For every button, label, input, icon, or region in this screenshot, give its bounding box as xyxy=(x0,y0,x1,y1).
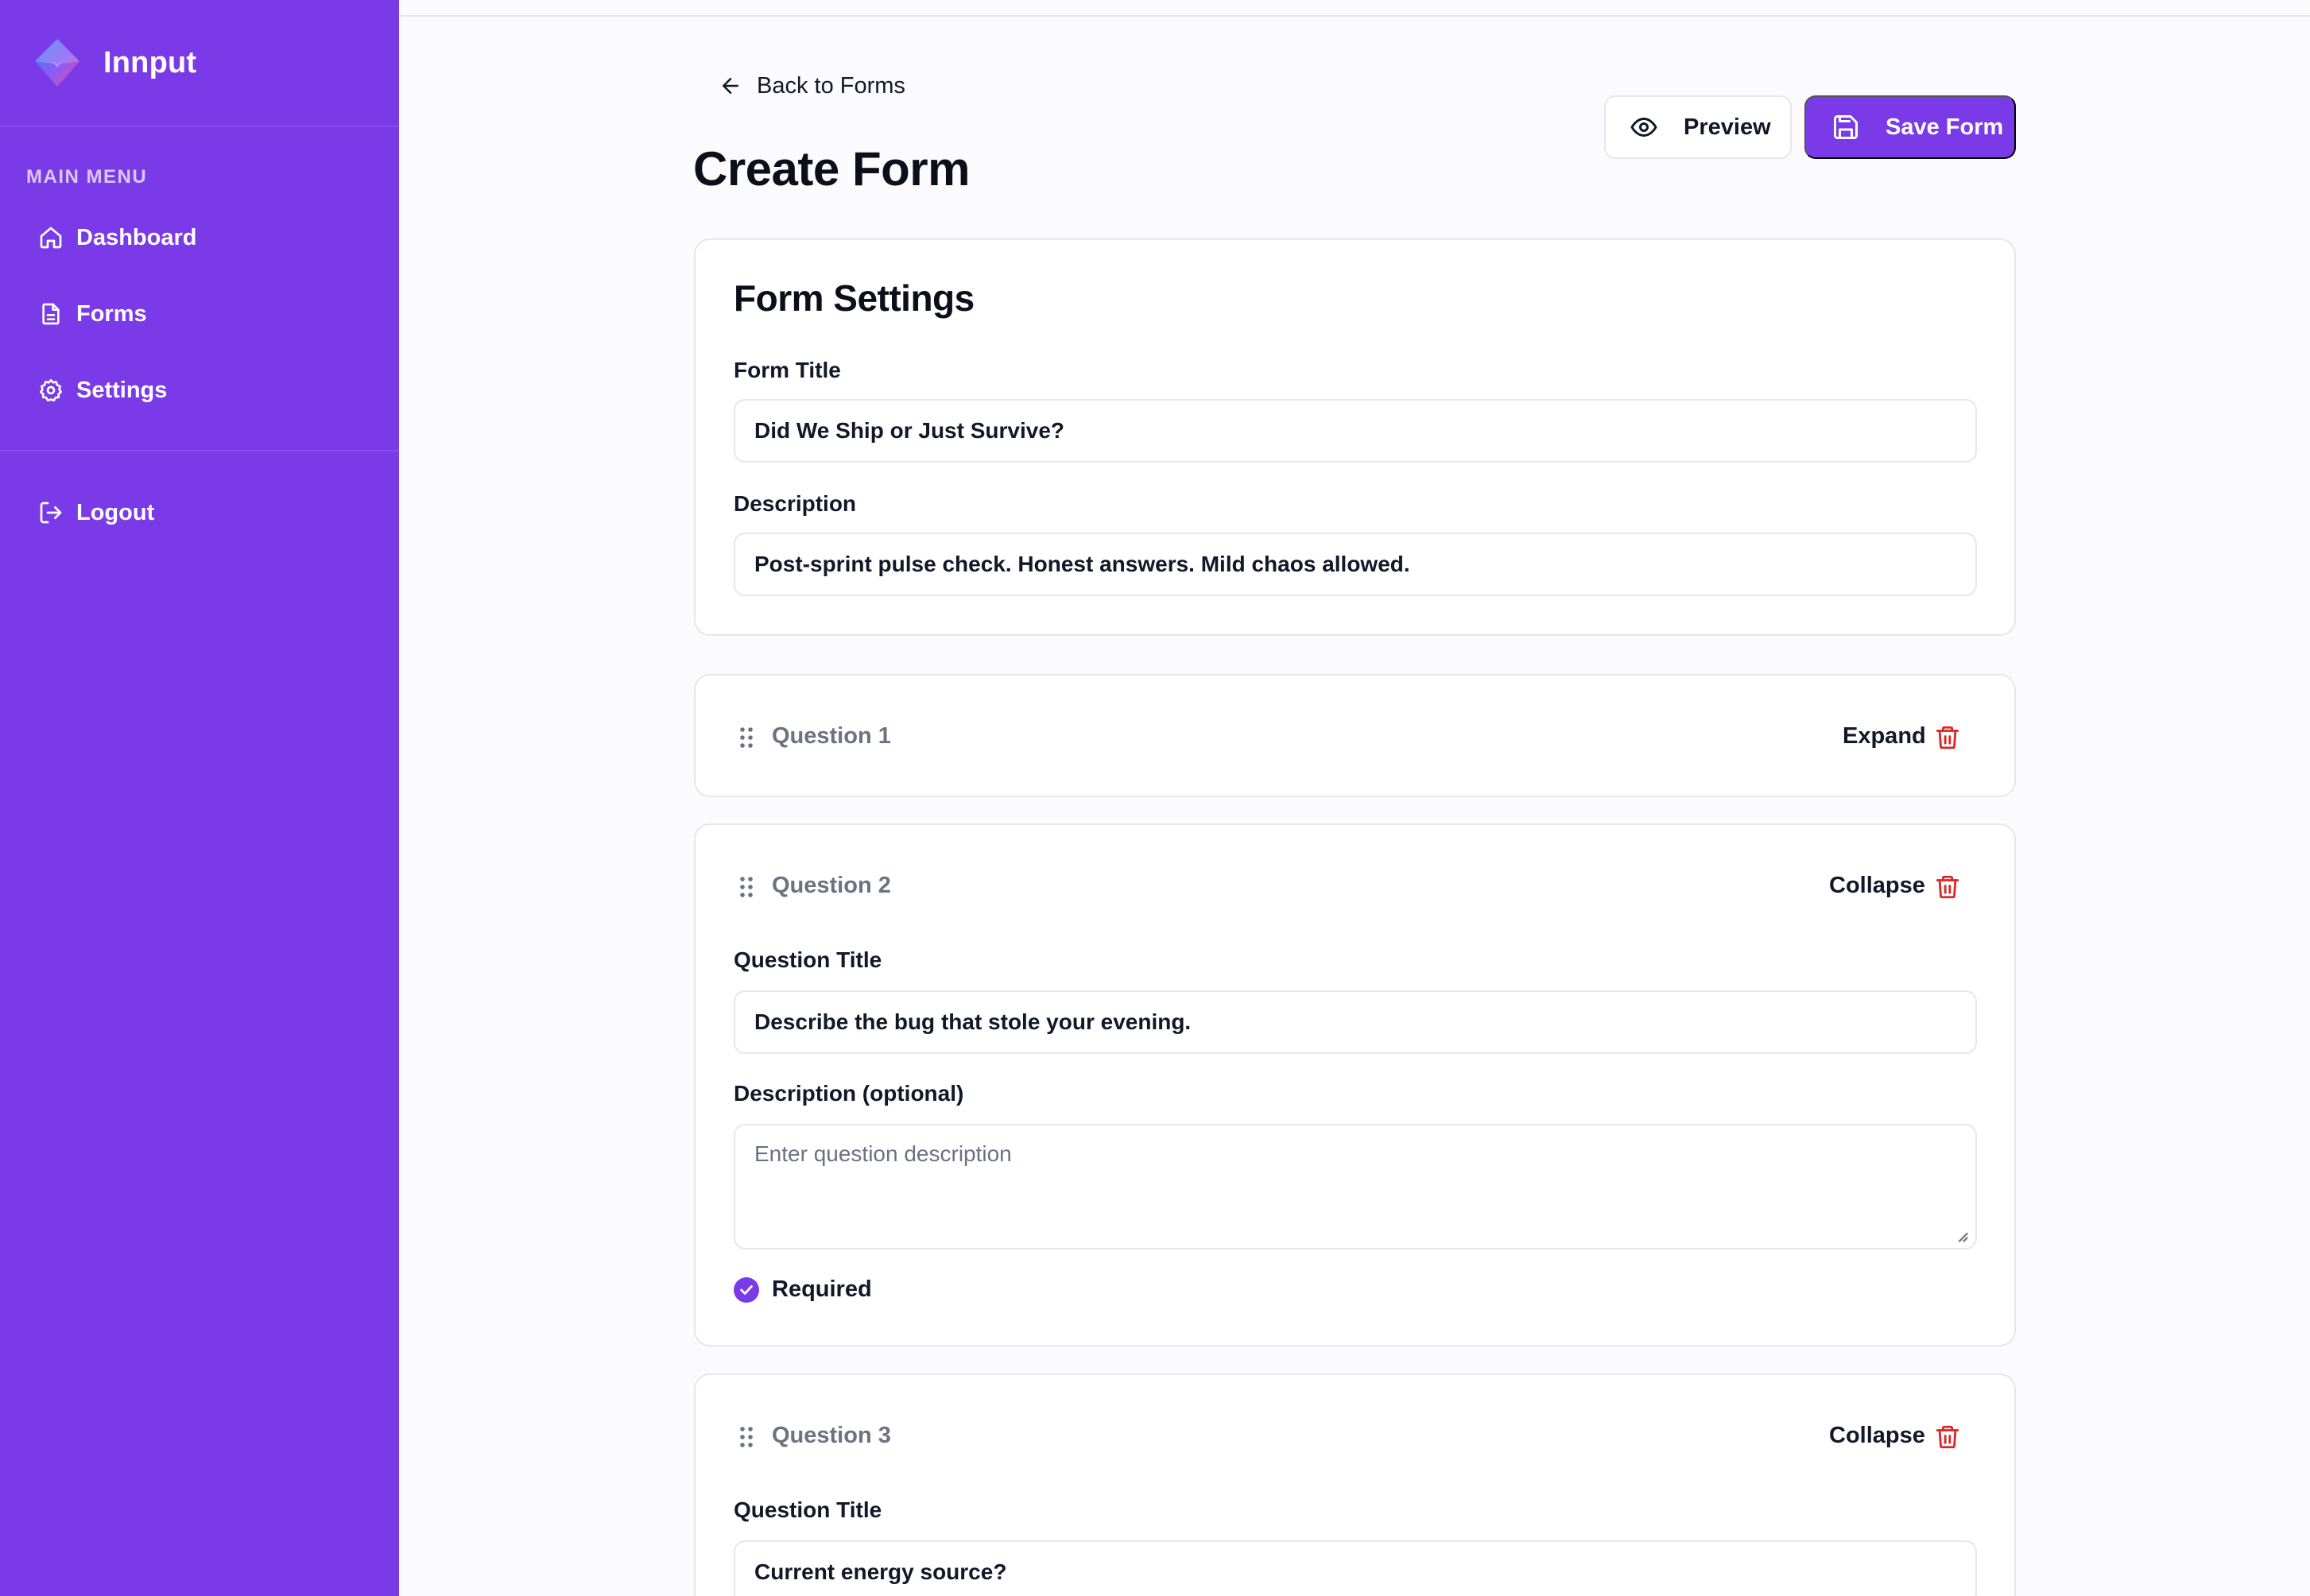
form-settings-card: Form Settings Form Title Did We Ship or … xyxy=(694,238,2016,636)
drag-handle-icon[interactable] xyxy=(738,1426,754,1448)
logout-button[interactable]: Logout xyxy=(38,493,154,533)
collapse-button[interactable]: Collapse xyxy=(1829,1423,1925,1449)
back-to-forms-link[interactable]: Back to Forms xyxy=(719,70,905,102)
form-description-input[interactable]: Post-sprint pulse check. Honest answers.… xyxy=(734,533,1977,596)
question-title-label: Question Title xyxy=(734,947,882,972)
arrow-left-icon xyxy=(723,78,738,94)
question-card: Question 3 Collapse Question Title Curre… xyxy=(694,1373,2016,1596)
form-description-label: Description xyxy=(734,491,857,516)
top-divider xyxy=(399,15,2310,17)
sidebar: Innput MAIN MENU Dashboard Forms Setting… xyxy=(0,0,399,1596)
sidebar-divider xyxy=(0,126,399,127)
logout-label: Logout xyxy=(76,499,155,525)
required-checkbox[interactable]: Required xyxy=(734,1276,872,1303)
question-name: Question 2 xyxy=(772,873,891,898)
question-name: Question 3 xyxy=(772,1423,891,1448)
collapse-button[interactable]: Collapse xyxy=(1829,873,1925,899)
home-icon xyxy=(40,227,62,249)
question-name: Question 1 xyxy=(772,723,891,749)
brand-name: Innput xyxy=(103,45,197,79)
question-description-placeholder: Enter question description xyxy=(754,1141,1012,1166)
check-icon xyxy=(734,1276,759,1303)
question-header: Question 3 Collapse xyxy=(734,1375,1977,1498)
sidebar-item-label: Settings xyxy=(76,377,168,403)
brand-logo-icon xyxy=(35,39,79,87)
form-title-input[interactable]: Did We Ship or Just Survive? xyxy=(734,399,1977,463)
question-header: Question 1 Expand xyxy=(734,676,1977,799)
eye-icon xyxy=(1630,118,1657,137)
trash-icon[interactable] xyxy=(1934,873,1961,901)
resize-grip-icon[interactable] xyxy=(1955,1229,1969,1243)
question-header: Question 2 Collapse xyxy=(734,825,1977,948)
drag-handle-icon[interactable] xyxy=(738,876,754,898)
save-form-label: Save Form xyxy=(1886,114,2004,140)
form-title-label: Form Title xyxy=(734,358,841,382)
question-description-label: Description (optional) xyxy=(734,1081,964,1106)
preview-button[interactable]: Preview xyxy=(1604,95,1792,159)
sidebar-item-label: Forms xyxy=(76,300,147,327)
document-icon xyxy=(42,303,60,325)
drag-handle-icon[interactable] xyxy=(738,726,754,749)
logout-icon xyxy=(40,502,62,524)
sidebar-item-label: Dashboard xyxy=(76,224,197,250)
required-label: Required xyxy=(772,1276,872,1302)
menu-section-label: MAIN MENU xyxy=(26,166,148,188)
app-root: Innput MAIN MENU Dashboard Forms Setting… xyxy=(0,0,2310,1596)
question-title-input[interactable]: Describe the bug that stole your evening… xyxy=(734,990,1977,1054)
question-title-label: Question Title xyxy=(734,1497,882,1522)
preview-label: Preview xyxy=(1684,114,1771,140)
question-card: Question 1 Expand xyxy=(694,674,2016,797)
page-title: Create Form xyxy=(693,142,970,196)
sidebar-item-settings[interactable]: Settings xyxy=(38,370,167,410)
question-card: Question 2 Collapse Question Title Descr… xyxy=(694,823,2016,1346)
save-form-button[interactable]: Save Form xyxy=(1804,95,2016,159)
expand-button[interactable]: Expand xyxy=(1843,723,1926,750)
back-link-label: Back to Forms xyxy=(757,72,905,99)
trash-icon[interactable] xyxy=(1934,723,1961,752)
trash-icon[interactable] xyxy=(1934,1423,1961,1451)
sidebar-divider xyxy=(0,450,399,451)
question-description-textarea[interactable]: Enter question description xyxy=(734,1124,1977,1249)
save-icon xyxy=(1834,115,1858,139)
form-settings-heading: Form Settings xyxy=(734,277,975,319)
sidebar-item-forms[interactable]: Forms xyxy=(38,294,147,334)
gear-icon xyxy=(40,379,62,402)
sidebar-item-dashboard[interactable]: Dashboard xyxy=(38,218,196,258)
brand[interactable]: Innput xyxy=(30,35,196,91)
question-title-input[interactable]: Current energy source? xyxy=(734,1540,1977,1596)
